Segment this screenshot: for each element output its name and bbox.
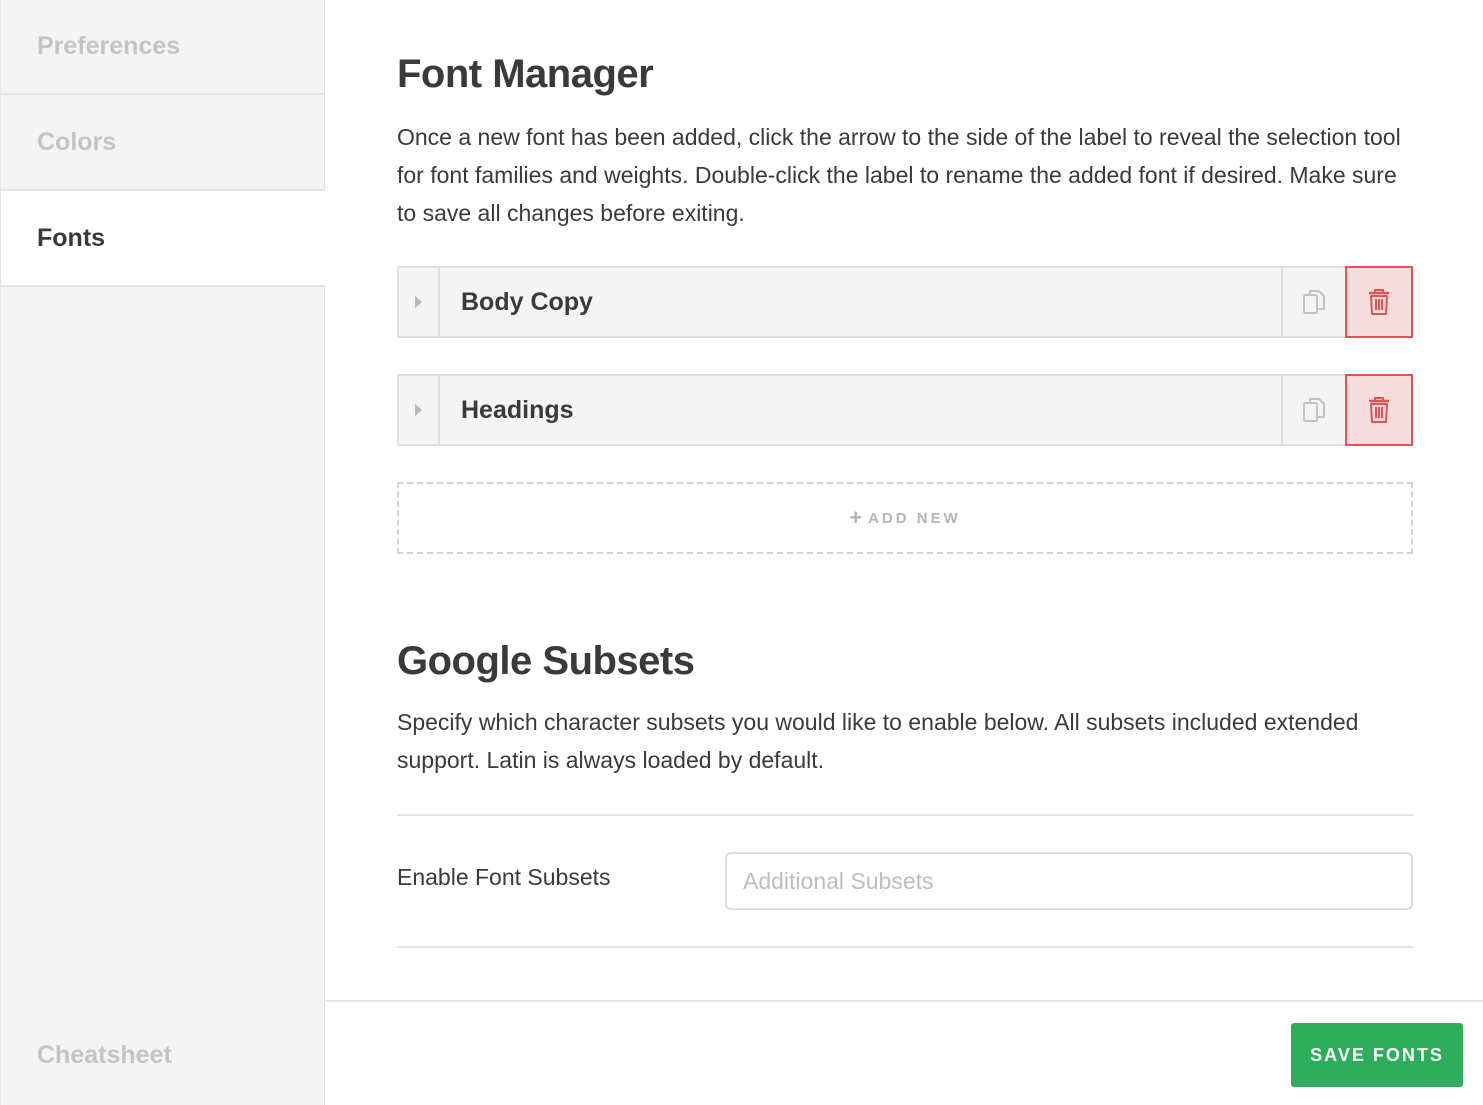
sidebar-item-cheatsheet[interactable]: Cheatsheet: [1, 1005, 324, 1105]
sidebar-item-preferences[interactable]: Preferences: [1, 0, 324, 95]
caret-right-icon: [415, 404, 422, 416]
sidebar-item-label: Colors: [37, 127, 117, 156]
sidebar-item-label: Preferences: [37, 32, 181, 60]
font-manager-title: Font Manager: [397, 52, 654, 96]
divider: [397, 814, 1413, 816]
add-new-label: ADD NEW: [868, 509, 961, 527]
sidebar-item-colors[interactable]: Colors: [1, 95, 324, 191]
footer-bar: SAVE FONTS: [325, 1000, 1483, 1105]
copy-icon: [1303, 398, 1325, 422]
sidebar-item-fonts[interactable]: Fonts: [1, 191, 325, 287]
divider: [397, 946, 1413, 948]
font-manager-description: Once a new font has been added, click th…: [397, 124, 1401, 226]
google-subsets-title: Google Subsets: [397, 639, 695, 683]
google-subsets-description: Specify which character subsets you woul…: [397, 709, 1359, 773]
font-row-body-copy: Body Copy: [397, 266, 1413, 338]
copy-icon: [1303, 290, 1325, 314]
duplicate-button[interactable]: [1281, 268, 1345, 336]
enable-font-subsets-label: Enable Font Subsets: [397, 864, 611, 890]
font-label[interactable]: Body Copy: [440, 268, 1281, 336]
expand-toggle-button[interactable]: [399, 376, 440, 444]
expand-toggle-button[interactable]: [399, 268, 440, 336]
delete-button[interactable]: [1345, 266, 1413, 338]
sidebar: Preferences Colors Fonts Cheatsheet: [0, 0, 325, 1105]
sidebar-item-label: Fonts: [37, 223, 106, 252]
font-row-headings: Headings: [397, 374, 1413, 446]
delete-button[interactable]: [1345, 374, 1413, 446]
trash-icon: [1369, 397, 1389, 423]
duplicate-button[interactable]: [1281, 376, 1345, 444]
sidebar-item-label: Cheatsheet: [37, 1040, 172, 1069]
plus-icon: +: [849, 505, 863, 530]
font-manager-app: Preferences Colors Fonts Cheatsheet Font…: [0, 0, 1483, 1105]
additional-subsets-input[interactable]: [725, 852, 1413, 910]
add-new-font-button[interactable]: + ADD NEW: [397, 482, 1413, 554]
trash-icon: [1369, 289, 1389, 315]
save-fonts-button[interactable]: SAVE FONTS: [1291, 1023, 1463, 1087]
font-label[interactable]: Headings: [440, 376, 1281, 444]
caret-right-icon: [415, 296, 422, 308]
